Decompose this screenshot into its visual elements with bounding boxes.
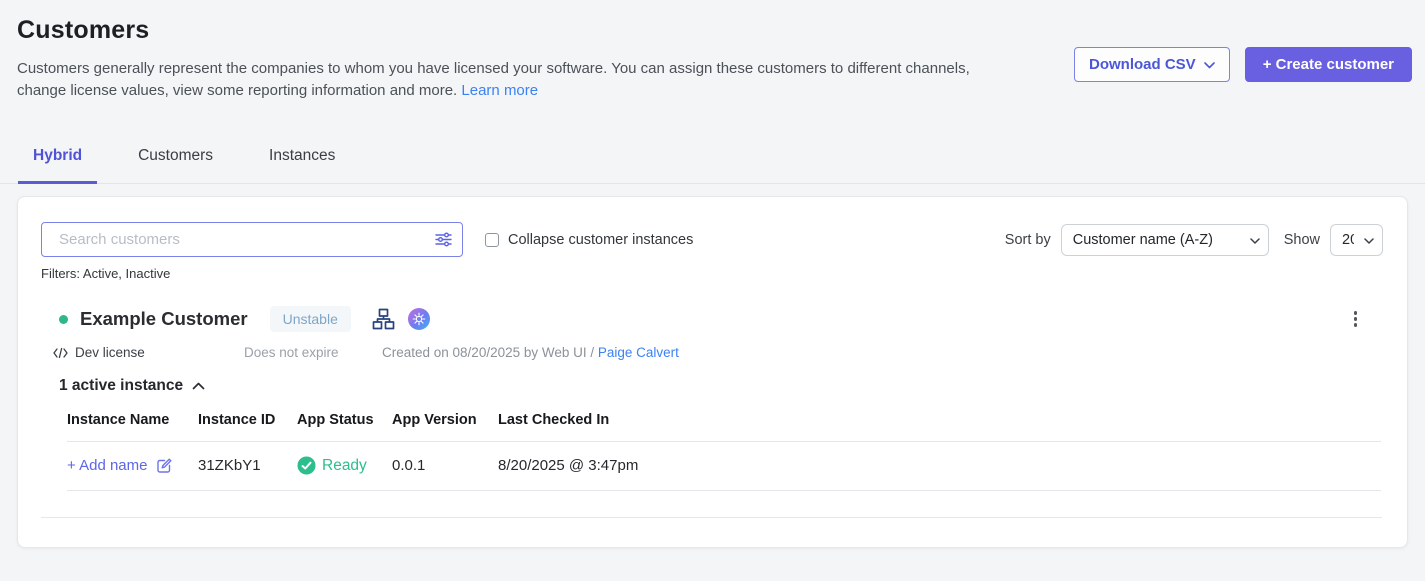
sort-select-wrapper: Customer name (A-Z): [1061, 224, 1269, 256]
license-type-label: Dev license: [75, 345, 145, 360]
instances-table: Instance Name Instance ID App Status App…: [67, 412, 1381, 491]
instance-id-cell: 31ZKbY1: [198, 457, 297, 474]
page-description: Customers generally represent the compan…: [17, 58, 982, 102]
show-label: Show: [1284, 232, 1320, 248]
col-instance-name: Instance Name: [67, 412, 198, 428]
tab-hybrid[interactable]: Hybrid: [18, 132, 97, 184]
ready-check-icon: [297, 456, 316, 475]
instances-summary: 1 active instance: [59, 377, 183, 395]
tab-customers[interactable]: Customers: [123, 132, 228, 184]
sort-select[interactable]: Customer name (A-Z): [1061, 224, 1269, 256]
active-filters-text: Filters: Active, Inactive: [41, 266, 1383, 281]
kubernetes-icon: [408, 308, 430, 330]
sort-by-label: Sort by: [1005, 232, 1051, 248]
collapse-instances-toggle[interactable]: Collapse customer instances: [485, 232, 693, 248]
app-status-label: Ready: [322, 457, 367, 475]
page-title: Customers: [17, 16, 1408, 45]
license-expiry: Does not expire: [244, 345, 382, 360]
download-csv-label: Download CSV: [1089, 56, 1196, 73]
customer-type-icons: [372, 308, 430, 330]
collapse-instances-checkbox[interactable]: [485, 233, 499, 247]
edit-icon[interactable]: [156, 457, 173, 474]
active-status-dot-icon: [59, 315, 68, 324]
show-select-wrapper: 20: [1330, 224, 1383, 256]
search-filter-sliders-icon[interactable]: [434, 230, 453, 249]
instances-table-header: Instance Name Instance ID App Status App…: [67, 412, 1381, 442]
tab-bar: Hybrid Customers Instances: [0, 132, 1425, 184]
instance-table-row: + Add name 31ZKbY1 Ready 0.0.1: [67, 442, 1381, 491]
instance-name-cell: + Add name: [67, 457, 198, 474]
customer-menu-kebab-icon[interactable]: [1350, 307, 1362, 331]
chevron-down-icon: [1204, 56, 1215, 73]
channel-badge: Unstable: [270, 306, 351, 332]
tab-instances[interactable]: Instances: [254, 132, 350, 184]
created-by-link[interactable]: Paige Calvert: [598, 345, 679, 360]
license-row: Dev license Does not expire Created on 0…: [53, 345, 1383, 360]
add-name-link[interactable]: + Add name: [67, 457, 147, 474]
toolbar-right: Sort by Customer name (A-Z) Show 20: [1005, 224, 1383, 256]
created-text: Created on 08/20/2025 by Web UI /: [382, 345, 598, 360]
page-header: Customers Customers generally represent …: [0, 0, 1425, 102]
search-wrapper: [41, 222, 463, 257]
col-last-checked-in: Last Checked In: [498, 412, 1381, 428]
app-status-cell: Ready: [297, 456, 392, 475]
download-csv-button[interactable]: Download CSV: [1074, 47, 1230, 82]
instances-collapse-toggle[interactable]: 1 active instance: [59, 377, 205, 395]
collapse-instances-label: Collapse customer instances: [508, 232, 693, 248]
customers-card: Collapse customer instances Sort by Cust…: [17, 196, 1408, 548]
last-checked-in-cell: 8/20/2025 @ 3:47pm: [498, 457, 1381, 474]
instance-hierarchy-icon: [372, 308, 395, 330]
search-input[interactable]: [41, 222, 463, 257]
customers-page: Customers Customers generally represent …: [0, 0, 1425, 581]
license-type: Dev license: [53, 345, 244, 360]
customer-row-header: Example Customer Unstable: [41, 306, 1383, 332]
customer-name[interactable]: Example Customer: [80, 308, 248, 330]
card-toolbar: Collapse customer instances Sort by Cust…: [41, 222, 1383, 257]
license-created: Created on 08/20/2025 by Web UI / Paige …: [382, 345, 679, 360]
customer-block-divider: [41, 517, 1382, 518]
app-version-cell: 0.0.1: [392, 457, 498, 474]
col-app-status: App Status: [297, 412, 392, 428]
learn-more-link[interactable]: Learn more: [461, 82, 538, 99]
col-app-version: App Version: [392, 412, 498, 428]
chevron-up-icon: [192, 382, 205, 390]
show-select[interactable]: 20: [1330, 224, 1383, 256]
code-icon: [53, 347, 68, 359]
header-actions: Download CSV + Create customer: [1074, 47, 1412, 82]
create-customer-button[interactable]: + Create customer: [1245, 47, 1412, 82]
col-instance-id: Instance ID: [198, 412, 297, 428]
